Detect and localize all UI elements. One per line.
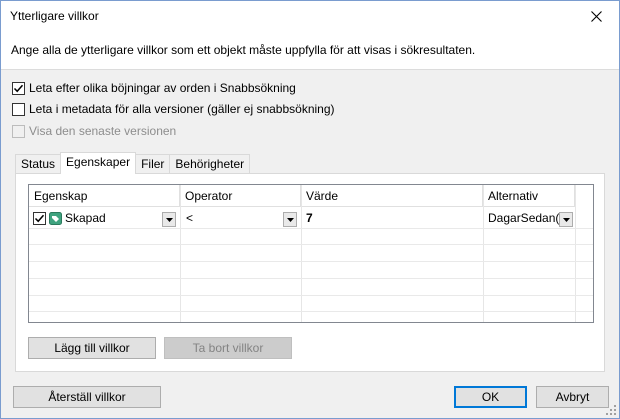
grid-row-line <box>29 311 593 312</box>
option-latest-version: Visa den senaste versionen <box>12 124 176 138</box>
grid-divider <box>301 185 302 322</box>
column-header-property[interactable]: Egenskap <box>29 185 180 207</box>
cancel-button[interactable]: Avbryt <box>536 386 609 408</box>
instruction-text: Ange alla de ytterligare villkor som ett… <box>11 43 476 57</box>
dialog-title: Ytterligare villkor <box>10 9 99 23</box>
inflections-checkbox[interactable] <box>12 81 25 95</box>
remove-condition-button: Ta bort villkor <box>164 337 292 359</box>
tab-strip: Status Egenskaper Filer Behörigheter <box>15 152 251 174</box>
close-button[interactable] <box>573 1 619 31</box>
condition-value-cell[interactable]: 7 <box>306 208 476 228</box>
tab-status[interactable]: Status <box>15 154 62 174</box>
grid-row-line <box>29 278 593 279</box>
properties-panel: Egenskap Operator Värde Alternativ Skapa… <box>15 173 605 372</box>
condition-enabled-checkbox[interactable] <box>33 211 46 225</box>
latest-version-checkbox <box>12 124 25 138</box>
grid-row-line <box>29 228 593 229</box>
option-inflections[interactable]: Leta efter olika böjningar av orden i Sn… <box>12 81 296 95</box>
instruction-banner: Ange alla de ytterligare villkor som ett… <box>1 31 619 70</box>
condition-property-value: Skapad <box>65 211 106 225</box>
tab-properties[interactable]: Egenskaper <box>60 152 137 174</box>
resize-grip-icon[interactable] <box>605 404 617 416</box>
dialog-window: Ytterligare villkor Ange alla de ytterli… <box>0 0 620 419</box>
checkmark-icon <box>13 84 24 92</box>
close-icon <box>590 10 602 22</box>
condition-operator-value: < <box>186 211 194 225</box>
column-header-alternative[interactable]: Alternativ <box>483 185 575 207</box>
condition-alternative-cell[interactable]: DagarSedan() <box>488 208 568 228</box>
condition-alternative-value: DagarSedan() <box>488 211 564 225</box>
title-bar: Ytterligare villkor <box>1 1 619 31</box>
grid-row-line <box>29 244 593 245</box>
ok-button[interactable]: OK <box>454 386 527 408</box>
alternative-dropdown-button[interactable] <box>559 212 573 227</box>
checkmark-icon <box>34 214 45 222</box>
latest-version-label: Visa den senaste versionen <box>29 124 177 138</box>
metadata-versions-label: Leta i metadata för alla versioner (gäll… <box>29 102 335 116</box>
chevron-down-icon <box>286 217 294 222</box>
condition-property-cell[interactable]: Skapad <box>33 208 179 228</box>
chevron-down-icon <box>562 217 570 222</box>
tab-permissions[interactable]: Behörigheter <box>169 154 251 174</box>
add-condition-button[interactable]: Lägg till villkor <box>28 337 156 359</box>
inflections-label: Leta efter olika böjningar av orden i Sn… <box>29 81 296 95</box>
reset-conditions-button[interactable]: Återställ villkor <box>13 386 161 408</box>
grid-divider <box>483 185 484 322</box>
metadata-versions-checkbox[interactable] <box>12 102 25 116</box>
tab-files[interactable]: Filer <box>135 154 171 174</box>
grid-row-line <box>29 295 593 296</box>
option-metadata-versions[interactable]: Leta i metadata för alla versioner (gäll… <box>12 102 335 116</box>
grid-divider <box>575 185 576 322</box>
property-dropdown-button[interactable] <box>162 212 176 227</box>
column-header-operator[interactable]: Operator <box>180 185 301 207</box>
condition-value-text: 7 <box>306 211 313 225</box>
condition-operator-cell[interactable]: < <box>186 208 286 228</box>
grid-divider <box>180 185 181 322</box>
chevron-down-icon <box>165 217 173 222</box>
grid-row-line <box>29 261 593 262</box>
column-header-value[interactable]: Värde <box>301 185 483 207</box>
operator-dropdown-button[interactable] <box>283 212 297 227</box>
conditions-grid: Egenskap Operator Värde Alternativ Skapa… <box>28 184 594 323</box>
property-tag-icon <box>49 211 62 225</box>
